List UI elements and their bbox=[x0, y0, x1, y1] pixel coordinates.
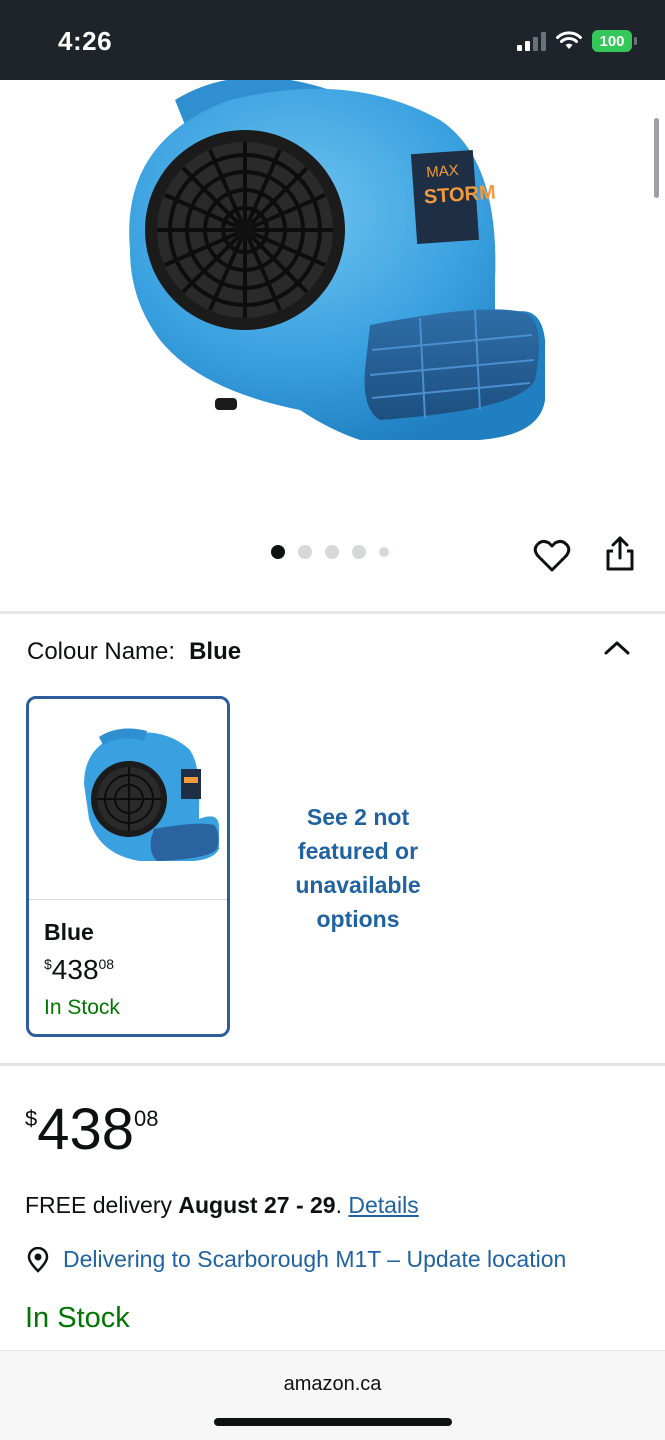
battery-icon: 100 bbox=[592, 30, 637, 52]
product-image[interactable]: MAX STORM bbox=[0, 80, 665, 530]
swatch-price: $43808 bbox=[44, 954, 115, 985]
browser-bottom-bar: amazon.ca bbox=[0, 1350, 665, 1440]
browser-domain[interactable]: amazon.ca bbox=[0, 1373, 665, 1396]
scroll-indicator[interactable] bbox=[654, 118, 659, 198]
carousel-dot[interactable] bbox=[325, 545, 339, 559]
availability-status: In Stock bbox=[25, 1302, 130, 1334]
status-bar: 4:26 100 bbox=[0, 0, 665, 80]
carousel-dot[interactable] bbox=[298, 545, 312, 559]
share-button[interactable] bbox=[602, 534, 638, 574]
battery-level: 100 bbox=[592, 30, 632, 52]
wishlist-button[interactable] bbox=[532, 536, 572, 576]
swatch-stock-status: In Stock bbox=[44, 996, 120, 1019]
image-carousel-dots[interactable] bbox=[271, 545, 389, 559]
colour-value: Blue bbox=[189, 638, 242, 665]
heart-icon bbox=[533, 539, 571, 572]
colour-label: Colour Name: bbox=[27, 638, 176, 665]
delivery-info: FREE delivery August 27 - 29. Details bbox=[25, 1192, 419, 1218]
share-icon bbox=[606, 536, 634, 571]
product-price: $438 08 bbox=[25, 1097, 159, 1162]
section-divider bbox=[0, 611, 665, 614]
swatch-thumbnail bbox=[29, 699, 227, 899]
see-more-options-link[interactable]: See 2 not featured or unavailable option… bbox=[270, 800, 446, 936]
collapse-colour-button[interactable] bbox=[600, 634, 634, 664]
location-pin-icon bbox=[27, 1246, 49, 1273]
status-icons: 100 bbox=[517, 30, 637, 52]
cellular-signal-icon bbox=[517, 31, 546, 51]
carousel-dot[interactable] bbox=[379, 547, 389, 557]
update-location-link[interactable]: Delivering to Scarborough M1T – Update l… bbox=[25, 1246, 566, 1273]
chevron-up-icon bbox=[604, 641, 630, 655]
location-text: Delivering to Scarborough M1T – Update l… bbox=[63, 1246, 567, 1272]
wifi-icon bbox=[556, 31, 582, 49]
colour-swatch-blue[interactable]: Blue $43808 In Stock bbox=[26, 696, 230, 1037]
carousel-dot[interactable] bbox=[271, 545, 285, 559]
carousel-dot[interactable] bbox=[352, 545, 366, 559]
section-divider bbox=[0, 1063, 665, 1066]
status-time: 4:26 bbox=[58, 26, 113, 56]
delivery-details-link[interactable]: Details bbox=[348, 1192, 418, 1218]
colour-name-row: Colour Name: Blue bbox=[27, 638, 241, 666]
brand-text-max: MAX bbox=[426, 162, 460, 181]
home-indicator[interactable] bbox=[214, 1418, 452, 1426]
air-mover-illustration: MAX STORM bbox=[129, 80, 545, 440]
swatch-name: Blue bbox=[44, 919, 94, 945]
